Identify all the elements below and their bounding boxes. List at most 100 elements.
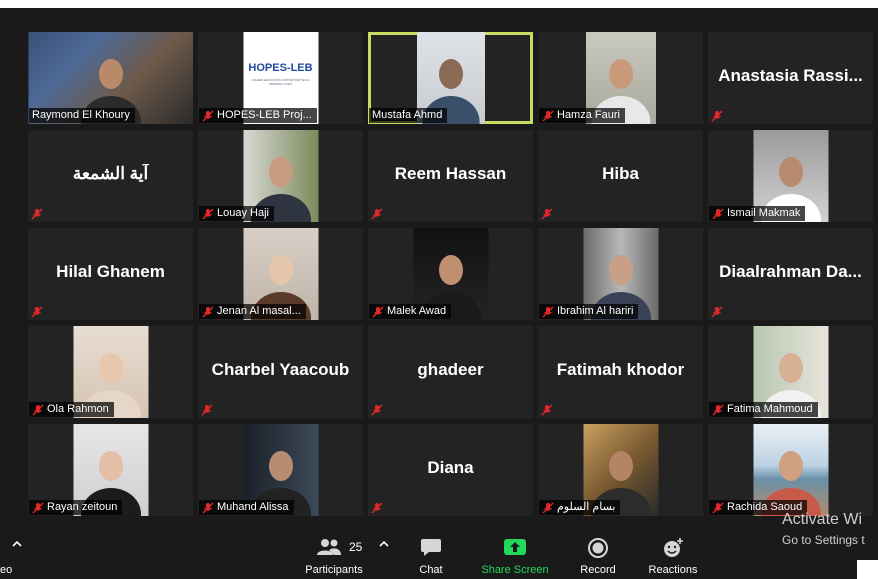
- participant-tile[interactable]: Reem Hassan: [368, 130, 533, 222]
- muted-mic-icon: [542, 306, 554, 318]
- muted-mic-icon: [32, 502, 44, 514]
- participant-name: Hilal Ghanem: [56, 262, 165, 281]
- participant-name: Reem Hassan: [394, 164, 507, 183]
- record-button[interactable]: Record: [570, 531, 626, 579]
- participant-tile[interactable]: Ola Rahmon: [28, 326, 193, 418]
- muted-mic-icon: [711, 109, 723, 122]
- share-screen-button[interactable]: Share Screen: [476, 531, 554, 579]
- muted-mic-icon: [202, 502, 214, 514]
- participants-options-button[interactable]: [374, 531, 394, 579]
- participant-name: Hiba: [602, 164, 639, 183]
- participant-name: ghadeer: [417, 360, 484, 379]
- muted-mic-icon: [202, 306, 214, 318]
- participant-tile[interactable]: Hiba: [538, 130, 703, 222]
- muted-mic-icon: [31, 207, 43, 220]
- participants-count: 25: [349, 540, 363, 554]
- participant-tile[interactable]: Diana: [368, 424, 533, 516]
- participant-tile[interactable]: HOPES-LEB HIGHER EDUCATION OPPORTUNITIES …: [198, 32, 363, 124]
- participant-label: Fatima Mahmoud: [709, 402, 818, 417]
- participant-name: Hamza Fauri: [557, 109, 620, 121]
- participant-tile[interactable]: Hamza Fauri: [538, 32, 703, 124]
- participant-label: بسام السلوم: [539, 500, 621, 515]
- participant-label: Muhand Alissa: [199, 500, 294, 515]
- participant-label: Mustafa Ahmd: [369, 108, 448, 123]
- participant-label: Ismail Makmak: [709, 206, 806, 221]
- participant-name: Ibrahim Al hariri: [557, 305, 634, 317]
- watermark-subtitle: Go to Settings t: [782, 533, 865, 547]
- participant-name: Fatima Mahmoud: [727, 403, 813, 415]
- participant-label: Rayan zeitoun: [29, 500, 123, 515]
- muted-mic-icon: [31, 305, 43, 318]
- participant-label: HOPES-LEB Proj...: [199, 108, 317, 123]
- participant-name: بسام السلوم: [557, 501, 616, 513]
- participant-tile[interactable]: Jenan Al masal...: [198, 228, 363, 320]
- participant-name: Diaalrahman Da...: [719, 262, 862, 281]
- window-corner: [857, 560, 878, 579]
- muted-mic-icon: [202, 110, 214, 122]
- participant-name: Ismail Makmak: [727, 207, 801, 219]
- participants-button[interactable]: 25 Participants: [295, 531, 373, 579]
- chat-button[interactable]: Chat: [405, 531, 457, 579]
- reactions-button[interactable]: Reactions: [642, 531, 704, 579]
- participant-tile[interactable]: Fatima Mahmoud: [708, 326, 873, 418]
- meeting-toolbar: eo 25 Participants Chat Share Screen Rec…: [0, 531, 878, 579]
- participant-label: Ibrahim Al hariri: [539, 304, 639, 319]
- muted-mic-icon: [32, 404, 44, 416]
- muted-mic-icon: [202, 208, 214, 220]
- record-icon: [587, 537, 609, 562]
- participant-name: Ola Rahmon: [47, 403, 109, 415]
- participant-tile[interactable]: بسام السلوم: [538, 424, 703, 516]
- participant-tile[interactable]: ghadeer: [368, 326, 533, 418]
- muted-mic-icon: [541, 403, 553, 416]
- chevron-up-icon[interactable]: [12, 539, 22, 551]
- participant-label: Raymond El Khoury: [29, 108, 135, 123]
- participant-name: Rayan zeitoun: [47, 501, 118, 513]
- participant-tile[interactable]: Raymond El Khoury: [28, 32, 193, 124]
- participant-name: آية الشمعة: [72, 164, 149, 183]
- participant-name: Louay Haji: [217, 207, 269, 219]
- gallery-view: Raymond El Khoury HOPES-LEB HIGHER EDUCATI…: [0, 8, 878, 531]
- video-label: eo: [0, 564, 13, 576]
- muted-mic-icon: [201, 403, 213, 416]
- reactions-icon: [662, 537, 684, 562]
- muted-mic-icon: [371, 501, 383, 514]
- participant-label: Ola Rahmon: [29, 402, 114, 417]
- record-label: Record: [580, 564, 616, 576]
- logo-text: HOPES-LEB: [248, 62, 313, 74]
- watermark-title: Activate Wi: [782, 511, 863, 528]
- participant-name: Jenan Al masal...: [217, 305, 301, 317]
- participant-tile[interactable]: Ibrahim Al hariri: [538, 228, 703, 320]
- chat-label: Chat: [419, 564, 443, 576]
- participant-tile[interactable]: Muhand Alissa: [198, 424, 363, 516]
- video-button[interactable]: eo: [0, 531, 40, 579]
- participant-tile[interactable]: Rachida Saoud: [708, 424, 873, 516]
- participant-name: Malek Awad: [387, 305, 447, 317]
- participant-tile[interactable]: Ismail Makmak: [708, 130, 873, 222]
- participant-tile[interactable]: Anastasia Rassi...: [708, 32, 873, 124]
- participant-tile[interactable]: Charbel Yaacoub: [198, 326, 363, 418]
- participant-label: Louay Haji: [199, 206, 274, 221]
- chat-icon: [420, 537, 442, 560]
- participant-tile[interactable]: آية الشمعة: [28, 130, 193, 222]
- participant-tile[interactable]: Malek Awad: [368, 228, 533, 320]
- share-screen-icon: [503, 537, 527, 560]
- participant-name: Diana: [427, 458, 474, 477]
- participant-label: Hamza Fauri: [539, 108, 625, 123]
- muted-mic-icon: [371, 207, 383, 220]
- activate-windows-watermark: Activate Wi Go to Settings t: [782, 510, 878, 548]
- muted-mic-icon: [712, 404, 724, 416]
- participant-tile[interactable]: Fatimah khodor: [538, 326, 703, 418]
- muted-mic-icon: [541, 207, 553, 220]
- participant-tile[interactable]: Rayan zeitoun: [28, 424, 193, 516]
- participant-name: HOPES-LEB Proj...: [217, 109, 312, 121]
- participant-tile[interactable]: Diaalrahman Da...: [708, 228, 873, 320]
- muted-mic-icon: [542, 110, 554, 122]
- zoom-window: Raymond El Khoury HOPES-LEB HIGHER EDUCATI…: [0, 0, 878, 579]
- muted-mic-icon: [371, 403, 383, 416]
- participant-tile[interactable]: Hilal Ghanem: [28, 228, 193, 320]
- participant-name: Charbel Yaacoub: [211, 360, 350, 379]
- participant-tile[interactable]: Mustafa Ahmd: [368, 32, 533, 124]
- participant-name: Anastasia Rassi...: [718, 66, 863, 85]
- muted-mic-icon: [372, 306, 384, 318]
- participant-tile[interactable]: Louay Haji: [198, 130, 363, 222]
